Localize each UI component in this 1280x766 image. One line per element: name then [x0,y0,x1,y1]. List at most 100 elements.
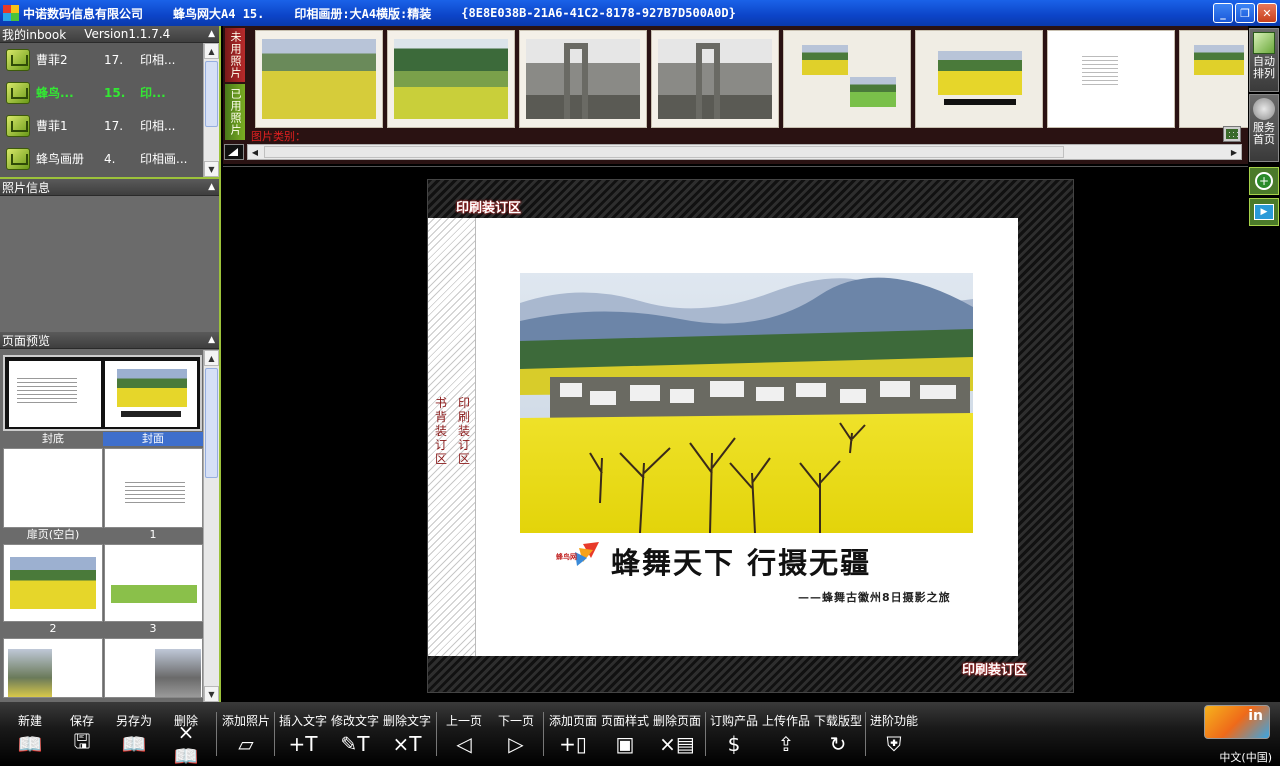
collapse-icon[interactable]: ▲ [208,182,215,192]
collapse-icon[interactable]: ▲ [208,335,215,345]
page-thumb[interactable] [3,638,103,698]
close-button[interactable]: ✕ [1257,3,1277,23]
left-panel: 我的inbook Version1.1.7.4 ▲ 曹菲2 17. 印相... … [0,26,221,702]
photo-info-panel [0,196,219,344]
download-template-button[interactable]: 下载版型 ↻ [814,712,862,756]
page-style-button[interactable]: 页面样式 ▣ [601,712,649,756]
inbook-scrollbar[interactable]: ▲ ▼ [203,43,219,177]
upload-icon: ⇪ [777,732,795,756]
page-thumb[interactable] [3,448,103,528]
auto-arrange-button[interactable]: 自动排列 [1249,28,1279,92]
delete-page-button[interactable]: 删除页面 ×▤ [653,712,701,756]
cover-subtitle[interactable]: ——蜂舞古徽州8日摄影之旅 [798,589,951,605]
scroll-down-icon[interactable]: ▼ [204,686,219,702]
inbook-item-type: 印... [140,86,166,100]
scroll-thumb[interactable] [205,368,218,478]
page-thumb[interactable] [104,448,203,528]
scroll-right-icon[interactable]: ▶ [1227,145,1241,159]
inbook-item[interactable]: 曹菲2 17. 印相... [0,43,219,76]
resize-corner-icon[interactable] [224,144,244,160]
bind-area-bottom-label: 印刷装订区 [961,663,1027,678]
order-icon: $ [727,732,741,756]
scroll-up-icon[interactable]: ▲ [204,350,219,366]
add-page-icon: +▯ [559,732,587,756]
language-indicator[interactable]: 中文(中国) [1219,749,1272,765]
delete-book-button[interactable]: 删除 ×📖 [169,712,203,766]
new-label: 新建 [17,714,42,728]
save-button[interactable]: 保存 🖫 [66,712,98,756]
tab-unused-photos[interactable]: 未用照片 [225,28,245,82]
page-label-selected: 封面 [103,432,203,446]
inbook-item-name: 蜂鸟... [36,86,74,100]
inbook-item-selected[interactable]: 蜂鸟... 15. 印... [0,76,219,109]
photo-thumb[interactable] [387,30,515,128]
cover-spread-thumb[interactable] [3,355,202,431]
edit-text-icon: ✎T [340,732,370,756]
next-page-button[interactable]: 下一页 ▷ [498,712,534,756]
photo-info-header: 照片信息 ▲ [0,179,219,196]
inbook-item[interactable]: 蜂鸟画册 4. 印相画... [0,142,219,175]
scroll-down-icon[interactable]: ▼ [204,161,219,177]
new-button[interactable]: 新建 📖 [14,712,46,756]
inbook-item-type: 印相... [140,53,176,67]
scroll-up-icon[interactable]: ▲ [204,43,219,59]
title-bar: 中诺数码信息有限公司 蜂鸟网大A4 15. 印相画册:大A4横版:精装 {8E8… [0,0,1280,26]
layout-thumb[interactable] [783,30,911,128]
minimize-button[interactable]: _ [1213,3,1233,23]
advanced-icon: ⛨ [886,732,902,756]
preview-scrollbar[interactable]: ▲ ▼ [203,350,219,702]
slideshow-button[interactable]: ▶ [1249,198,1279,226]
inbook-book-icon [6,48,30,71]
add-photo-button[interactable]: 添加照片 ▱ [222,712,270,756]
scroll-left-icon[interactable]: ◀ [248,145,262,159]
photo-thumb[interactable] [255,30,383,128]
photo-thumb[interactable] [519,30,647,128]
inbook-brand-logo[interactable]: in [1204,705,1270,739]
scroll-thumb[interactable] [264,146,1064,158]
zoom-in-button[interactable]: + [1249,167,1279,195]
insert-text-label: 插入文字 [279,714,328,728]
cover-title[interactable]: 蜂舞天下 行摄无疆 [611,540,871,582]
next-page-icon: ▷ [508,732,524,756]
page-spread: 印刷装订区 书背装订区 印刷装订区 蜂鸟网 蜂舞天下 行摄无疆 ——蜂舞古徽州8… [427,179,1074,693]
prev-page-label: 上一页 [446,714,483,728]
photo-thumb[interactable] [651,30,779,128]
editor-stage: 印刷装订区 书背装订区 印刷装订区 蜂鸟网 蜂舞天下 行摄无疆 ——蜂舞古徽州8… [223,166,1248,702]
add-page-button[interactable]: 添加页面 +▯ [549,712,597,756]
layout-thumb[interactable] [1047,30,1175,128]
save-as-label: 另存为 [115,714,152,728]
add-photo-icon: ▱ [238,732,254,756]
collapse-icon[interactable]: ▲ [208,29,215,39]
upload-button[interactable]: 上传作品 ⇪ [762,712,810,756]
restore-button[interactable]: ❐ [1235,3,1255,23]
page-thumb[interactable] [104,638,203,698]
layout-thumb[interactable] [1179,30,1248,128]
edit-text-button[interactable]: 修改文字 ✎T [331,712,379,756]
cover-page[interactable]: 书背装订区 印刷装订区 蜂鸟网 蜂舞天下 行摄无疆 ——蜂舞古徽州8日摄影之旅 [428,218,1018,656]
service-home-button[interactable]: 服务首页 [1249,94,1279,162]
auto-arrange-label: 自动排列 [1253,55,1275,80]
advanced-label: 进阶功能 [870,714,919,728]
advanced-button[interactable]: 进阶功能 ⛨ [870,712,918,756]
page-style-label: 页面样式 [601,714,650,728]
layout-thumb[interactable] [915,30,1043,128]
spine-area: 书背装订区 印刷装订区 [428,218,476,656]
prev-page-button[interactable]: 上一页 ◁ [446,712,482,756]
page-label: 3 [149,622,157,635]
spine-label-right: 印刷装订区 [457,396,470,466]
page-thumb[interactable] [104,544,203,622]
page-thumb[interactable] [3,544,103,622]
insert-text-button[interactable]: 插入文字 +T [279,712,327,756]
order-button[interactable]: 订购产品 $ [710,712,758,756]
grid-view-icon[interactable] [1223,126,1241,142]
tab-used-photos[interactable]: 已用照片 [225,84,245,140]
page-style-icon: ▣ [615,732,635,756]
save-as-button[interactable]: 另存为 📖 [114,712,154,756]
scroll-thumb[interactable] [205,61,218,127]
delete-text-button[interactable]: 删除文字 ×T [383,712,431,756]
cover-photo[interactable] [520,273,973,533]
cover-landscape [520,273,973,533]
inbook-item-count: 17. [104,118,124,133]
inbook-item[interactable]: 曹菲1 17. 印相... [0,109,219,142]
strip-scrollbar[interactable]: ◀ ▶ [247,144,1242,160]
